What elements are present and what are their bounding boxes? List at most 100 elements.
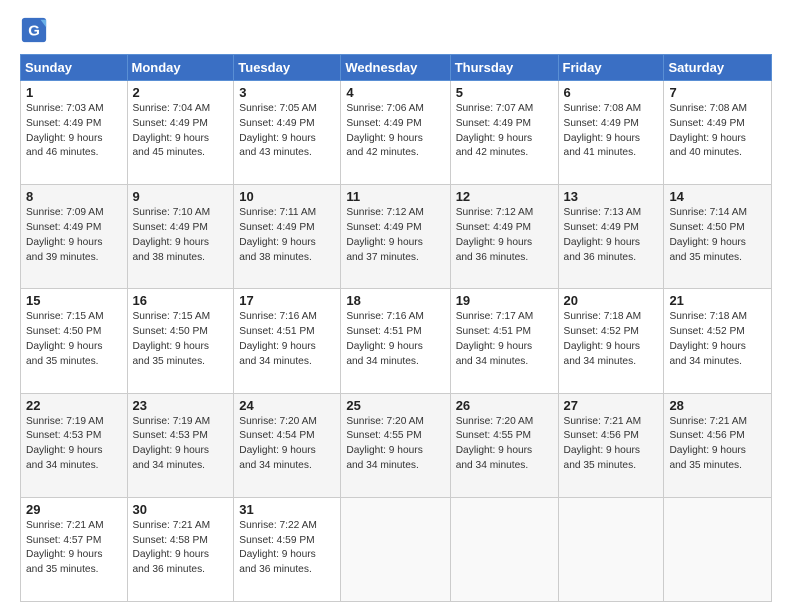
calendar-cell: 23 Sunrise: 7:19 AMSunset: 4:53 PMDayligh… [127,393,234,497]
day-number: 17 [239,293,335,308]
calendar-cell: 9 Sunrise: 7:10 AMSunset: 4:49 PMDaylight… [127,185,234,289]
day-info: Sunrise: 7:11 AMSunset: 4:49 PMDaylight:… [239,206,335,265]
day-info: Sunrise: 7:07 AMSunset: 4:49 PMDaylight:… [456,102,553,161]
calendar-cell: 18 Sunrise: 7:16 AMSunset: 4:51 PMDayligh… [341,289,450,393]
day-info: Sunrise: 7:18 AMSunset: 4:52 PMDaylight:… [564,310,659,369]
day-info: Sunrise: 7:20 AMSunset: 4:55 PMDaylight:… [346,415,444,474]
calendar-week-row: 22 Sunrise: 7:19 AMSunset: 4:53 PMDayligh… [21,393,772,497]
page: G SundayMondayTuesdayWednesdayThursdayFr… [0,0,792,612]
day-info: Sunrise: 7:22 AMSunset: 4:59 PMDaylight:… [239,519,335,578]
calendar-cell: 27 Sunrise: 7:21 AMSunset: 4:56 PMDayligh… [558,393,664,497]
calendar-cell: 21 Sunrise: 7:18 AMSunset: 4:52 PMDayligh… [664,289,772,393]
day-number: 8 [26,189,122,204]
day-number: 23 [133,398,229,413]
day-number: 31 [239,502,335,517]
calendar-header-saturday: Saturday [664,55,772,81]
day-number: 21 [669,293,766,308]
day-number: 16 [133,293,229,308]
calendar-cell: 11Sunrise: 7:12 AMSunset: 4:49 PMDayligh… [341,185,450,289]
calendar-header-row: SundayMondayTuesdayWednesdayThursdayFrid… [21,55,772,81]
calendar-cell: 17 Sunrise: 7:16 AMSunset: 4:51 PMDayligh… [234,289,341,393]
day-number: 14 [669,189,766,204]
day-info: Sunrise: 7:04 AMSunset: 4:49 PMDaylight:… [133,102,229,161]
calendar-week-row: 15 Sunrise: 7:15 AMSunset: 4:50 PMDayligh… [21,289,772,393]
calendar-cell: 6 Sunrise: 7:08 AMSunset: 4:49 PMDaylight… [558,81,664,185]
day-info: Sunrise: 7:15 AMSunset: 4:50 PMDaylight:… [133,310,229,369]
calendar-cell: 10 Sunrise: 7:11 AMSunset: 4:49 PMDayligh… [234,185,341,289]
calendar-cell: 19 Sunrise: 7:17 AMSunset: 4:51 PMDayligh… [450,289,558,393]
day-info: Sunrise: 7:16 AMSunset: 4:51 PMDaylight:… [346,310,444,369]
calendar-cell: 30Sunrise: 7:21 AMSunset: 4:58 PMDayligh… [127,497,234,601]
day-info: Sunrise: 7:17 AMSunset: 4:51 PMDaylight:… [456,310,553,369]
calendar-header-wednesday: Wednesday [341,55,450,81]
calendar-cell [450,497,558,601]
day-number: 25 [346,398,444,413]
header: G [20,16,772,44]
calendar-header-sunday: Sunday [21,55,128,81]
day-number: 5 [456,85,553,100]
day-info: Sunrise: 7:15 AMSunset: 4:50 PMDaylight:… [26,310,122,369]
day-info: Sunrise: 7:21 AMSunset: 4:56 PMDaylight:… [669,415,766,474]
calendar-cell [558,497,664,601]
day-info: Sunrise: 7:08 AMSunset: 4:49 PMDaylight:… [669,102,766,161]
day-number: 19 [456,293,553,308]
calendar-cell: 22Sunrise: 7:19 AMSunset: 4:53 PMDayligh… [21,393,128,497]
calendar-cell: 5 Sunrise: 7:07 AMSunset: 4:49 PMDaylight… [450,81,558,185]
calendar-header-tuesday: Tuesday [234,55,341,81]
day-number: 29 [26,502,122,517]
calendar-cell: 4Sunrise: 7:06 AMSunset: 4:49 PMDaylight… [341,81,450,185]
day-number: 28 [669,398,766,413]
calendar-cell: 8Sunrise: 7:09 AMSunset: 4:49 PMDaylight… [21,185,128,289]
day-number: 13 [564,189,659,204]
day-number: 30 [133,502,229,517]
day-number: 22 [26,398,122,413]
calendar-cell: 24 Sunrise: 7:20 AMSunset: 4:54 PMDayligh… [234,393,341,497]
calendar-table: SundayMondayTuesdayWednesdayThursdayFrid… [20,54,772,602]
calendar-cell: 1 Sunrise: 7:03 AMSunset: 4:49 PMDaylight… [21,81,128,185]
calendar-cell: 31 Sunrise: 7:22 AMSunset: 4:59 PMDayligh… [234,497,341,601]
day-info: Sunrise: 7:16 AMSunset: 4:51 PMDaylight:… [239,310,335,369]
day-number: 6 [564,85,659,100]
calendar-cell: 26 Sunrise: 7:20 AMSunset: 4:55 PMDayligh… [450,393,558,497]
calendar-cell [341,497,450,601]
day-info: Sunrise: 7:14 AMSunset: 4:50 PMDaylight:… [669,206,766,265]
day-info: Sunrise: 7:13 AMSunset: 4:49 PMDaylight:… [564,206,659,265]
day-number: 3 [239,85,335,100]
calendar-cell: 12Sunrise: 7:12 AMSunset: 4:49 PMDayligh… [450,185,558,289]
day-number: 24 [239,398,335,413]
calendar-cell: 7Sunrise: 7:08 AMSunset: 4:49 PMDaylight… [664,81,772,185]
day-number: 9 [133,189,229,204]
calendar-cell: 28 Sunrise: 7:21 AMSunset: 4:56 PMDayligh… [664,393,772,497]
day-info: Sunrise: 7:18 AMSunset: 4:52 PMDaylight:… [669,310,766,369]
day-number: 20 [564,293,659,308]
calendar-week-row: 1 Sunrise: 7:03 AMSunset: 4:49 PMDaylight… [21,81,772,185]
day-info: Sunrise: 7:19 AMSunset: 4:53 PMDaylight:… [133,415,229,474]
calendar-cell: 15 Sunrise: 7:15 AMSunset: 4:50 PMDayligh… [21,289,128,393]
calendar-header-friday: Friday [558,55,664,81]
day-number: 18 [346,293,444,308]
day-info: Sunrise: 7:21 AMSunset: 4:57 PMDaylight:… [26,519,122,578]
day-info: Sunrise: 7:06 AMSunset: 4:49 PMDaylight:… [346,102,444,161]
calendar-cell: 20 Sunrise: 7:18 AMSunset: 4:52 PMDayligh… [558,289,664,393]
day-info: Sunrise: 7:03 AMSunset: 4:49 PMDaylight:… [26,102,122,161]
day-info: Sunrise: 7:21 AMSunset: 4:56 PMDaylight:… [564,415,659,474]
calendar-week-row: 29 Sunrise: 7:21 AMSunset: 4:57 PMDayligh… [21,497,772,601]
calendar-cell: 25 Sunrise: 7:20 AMSunset: 4:55 PMDayligh… [341,393,450,497]
calendar-cell: 2Sunrise: 7:04 AMSunset: 4:49 PMDaylight… [127,81,234,185]
day-number: 15 [26,293,122,308]
calendar-cell [664,497,772,601]
calendar-cell: 14 Sunrise: 7:14 AMSunset: 4:50 PMDayligh… [664,185,772,289]
day-number: 10 [239,189,335,204]
day-number: 26 [456,398,553,413]
day-info: Sunrise: 7:05 AMSunset: 4:49 PMDaylight:… [239,102,335,161]
logo: G [20,16,52,44]
day-info: Sunrise: 7:08 AMSunset: 4:49 PMDaylight:… [564,102,659,161]
calendar-header-thursday: Thursday [450,55,558,81]
day-info: Sunrise: 7:20 AMSunset: 4:55 PMDaylight:… [456,415,553,474]
day-number: 27 [564,398,659,413]
day-number: 12 [456,189,553,204]
calendar-cell: 13 Sunrise: 7:13 AMSunset: 4:49 PMDayligh… [558,185,664,289]
day-number: 1 [26,85,122,100]
day-info: Sunrise: 7:20 AMSunset: 4:54 PMDaylight:… [239,415,335,474]
day-info: Sunrise: 7:10 AMSunset: 4:49 PMDaylight:… [133,206,229,265]
